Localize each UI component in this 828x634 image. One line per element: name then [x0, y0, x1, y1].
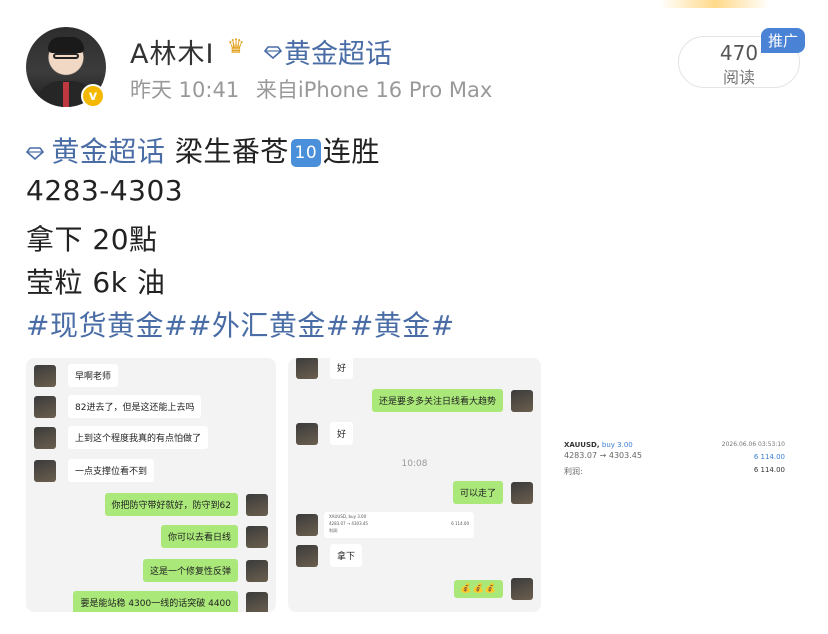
trade-symbol-name: XAUUSD,: [564, 441, 600, 449]
avatar-hair: [48, 37, 84, 53]
trade-profit-label: 利润:: [564, 467, 583, 476]
chat-avatar: [246, 525, 268, 548]
chat-avatar: [34, 364, 56, 387]
chat-avatar: [296, 544, 318, 567]
post-line-1: 黄金超话 梁生番苍 10 连胜: [26, 130, 380, 170]
chat-timestamp: 10:08: [401, 459, 428, 469]
chat-message-in: 上到这个程度我真的有点怕做了: [34, 426, 209, 449]
read-label: 阅读: [722, 68, 755, 87]
chat-message-in: 82进去了，但是这还能上去吗: [34, 395, 202, 418]
chat-avatar: [511, 578, 533, 600]
trade-profit: 6 114.00: [753, 453, 785, 461]
chat-bubble: 要是能站稳 4300一线的话突破 4400: [73, 591, 238, 612]
chat-bubble: 上到这个程度我真的有点怕做了: [68, 426, 209, 449]
chat-bubble: 可以走了: [452, 481, 503, 504]
chat-message-out: 还是要多多关注日线看大趋势: [371, 389, 533, 412]
chat-message-in: 拿下: [296, 544, 363, 567]
chat-bubble: 你可以去看日线: [160, 525, 238, 548]
mini-profit: 6 114.00: [451, 521, 469, 526]
chat-message-out: 可以走了: [452, 481, 533, 504]
hashtags[interactable]: #现货黄金##外汇黄金##黄金#: [26, 304, 455, 344]
chat-message-out: 要是能站稳 4300一线的话突破 4400: [73, 591, 268, 612]
trade-date: 2026.06.06 03:53:10: [721, 441, 785, 448]
chat-message-in: 好: [296, 422, 354, 445]
chat-avatar: [511, 389, 533, 412]
mini-symbol: XAUUSD, buy 3.00: [329, 514, 367, 519]
chat-message-out: 你可以去看日线: [160, 525, 268, 548]
crown-icon: ♛: [227, 34, 245, 58]
post-meta: 昨天 10:41 来自iPhone 16 Pro Max: [130, 74, 502, 104]
trade-symbol: XAUUSD, buy 3.00: [564, 441, 633, 449]
chat-avatar: [246, 493, 268, 516]
avatar-glasses: [53, 53, 79, 59]
chat-message-in: 一点支撑位看不到: [34, 459, 155, 482]
chat-avatar: [246, 559, 268, 582]
chat-avatar: [296, 358, 318, 379]
chat-bubble: 你把防守带好就好，防守到62: [104, 493, 238, 516]
diamond-icon: [264, 45, 282, 59]
chat-message-in: XAUUSD, buy 3.00 4283.07 → 4303.45 利润: 6…: [296, 512, 474, 538]
topic-header-label: 黄金超话: [284, 39, 392, 70]
chat-bubble: 这是一个修复性反弹: [142, 559, 238, 582]
post-image-3[interactable]: XAUUSD, buy 3.00 2026.06.06 03:53:10 428…: [553, 358, 803, 612]
avatar-tie: [63, 82, 69, 107]
post-line-4: 莹粒 6k 油: [26, 266, 166, 299]
chat-avatar: [34, 395, 56, 418]
post-time: 昨天 10:41: [130, 78, 240, 102]
trade-price: 4283.07 → 4303.45: [564, 451, 642, 460]
post-image-1[interactable]: 早啊老师 82进去了，但是这还能上去吗 上到这个程度我真的有点怕做了 一点支撑位…: [26, 358, 276, 612]
post-line-1-text: 梁生番苍: [174, 135, 289, 168]
chat-message-in: 早啊老师: [34, 364, 119, 387]
chat-message-out: 你把防守带好就好，防守到62: [104, 493, 268, 516]
money-bag-icon: 💰💰💰: [454, 580, 503, 598]
chat-avatar: [511, 481, 533, 504]
chat-message-out: 💰💰💰: [454, 578, 533, 600]
trade-profit-total: 6 114.00: [753, 466, 785, 474]
trade-screenshot-thumbnail: XAUUSD, buy 3.00 4283.07 → 4303.45 利润: 6…: [324, 512, 474, 538]
post-line-3: 拿下 20點: [26, 223, 158, 256]
topic-header-link[interactable]: 黄金超话: [264, 32, 392, 71]
chat-bubble: 好: [330, 422, 354, 445]
chat-bubble: 82进去了，但是这还能上去吗: [68, 395, 202, 418]
chat-avatar: [296, 422, 318, 445]
diamond-icon: [26, 147, 44, 160]
chat-avatar: [34, 459, 56, 482]
chat-bubble: 还是要多多关注日线看大趋势: [371, 389, 503, 412]
chat-message-out: 这是一个修复性反弹: [142, 559, 268, 582]
mini-price: 4283.07 → 4303.45: [329, 521, 368, 526]
post-line-2: 4283-4303: [26, 174, 184, 207]
topic-link[interactable]: 黄金超话: [26, 135, 175, 168]
trade-side: buy 3.00: [601, 441, 633, 449]
chat-message-in: 好: [296, 358, 354, 379]
username[interactable]: A林木I: [130, 32, 214, 71]
chat-bubble: 拿下: [330, 544, 363, 567]
post-line-1-suffix: 连胜: [322, 135, 380, 168]
post-image-2[interactable]: 好 还是要多多关注日线看大趋势 好 10:08 可以走了 XAUUSD, buy…: [288, 358, 541, 612]
chat-bubble: 一点支撑位看不到: [68, 459, 155, 482]
chat-bubble: 好: [330, 358, 354, 379]
post-source: 来自iPhone 16 Pro Max: [255, 78, 493, 102]
chat-avatar: [296, 514, 318, 536]
chat-avatar: [246, 591, 268, 612]
keycap-ten-icon: 10: [290, 139, 321, 167]
promotion-tag: 推广: [761, 28, 806, 53]
chat-avatar: [34, 426, 56, 449]
mini-label: 利润:: [329, 528, 339, 533]
verified-badge-icon: v: [81, 84, 105, 108]
top-decoration: [660, 0, 770, 8]
topic-link-label: 黄金超话: [51, 135, 166, 168]
chat-bubble: 早啊老师: [68, 364, 119, 387]
